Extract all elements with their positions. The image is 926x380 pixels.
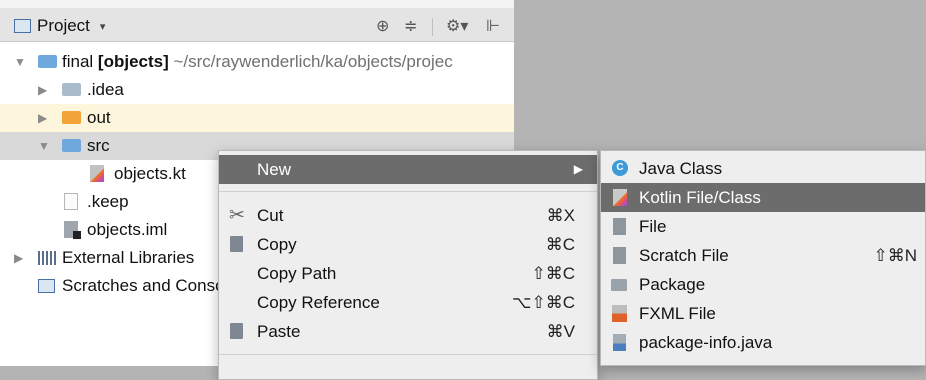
collapse-all-icon[interactable]: ≑ xyxy=(404,16,417,36)
file-icon xyxy=(613,218,626,235)
source-folder-icon xyxy=(62,139,81,152)
submenu-item-java-class-label: Java Class xyxy=(639,159,723,178)
kotlin-file-icon xyxy=(613,189,627,206)
submenu-item-file[interactable]: File xyxy=(601,212,925,241)
package-icon xyxy=(611,279,627,291)
menu-item-paste-shortcut: ⌘V xyxy=(546,322,575,341)
tree-label-objects-kt: objects.kt xyxy=(114,164,186,183)
menu-item-copy-path[interactable]: Copy Path ⇧⌘C xyxy=(219,259,597,288)
panel-header: Project ▾ ⊕ ≑ ⚙▾ ⊩ xyxy=(0,0,514,42)
tree-row-final[interactable]: ▼ final [objects] ~/src/raywenderlich/ka… xyxy=(0,48,514,76)
submenu-item-package-info-label: package-info.java xyxy=(639,333,773,352)
locate-file-icon[interactable]: ⊕ xyxy=(376,16,389,36)
menu-item-copy-shortcut: ⌘C xyxy=(545,235,575,254)
menu-item-cut[interactable]: ✂ Cut ⌘X xyxy=(219,201,597,230)
scissors-icon: ✂ xyxy=(229,205,245,226)
project-view-selector[interactable]: Project ▾ xyxy=(14,16,105,36)
tree-label-idea: .idea xyxy=(87,80,124,99)
expand-arrow-icon[interactable]: ▶ xyxy=(14,244,23,272)
menu-item-copy[interactable]: Copy ⌘C xyxy=(219,230,597,259)
paste-icon xyxy=(230,323,243,339)
tree-label-external-libraries: External Libraries xyxy=(62,248,195,267)
java-class-icon: C xyxy=(612,160,628,176)
excluded-folder-icon xyxy=(62,111,81,124)
tree-label-out: out xyxy=(87,108,111,127)
expand-arrow-icon[interactable]: ▼ xyxy=(14,48,26,76)
submenu-item-scratch-file[interactable]: Scratch File ⇧⌘N xyxy=(601,241,925,270)
scratches-icon xyxy=(38,279,55,293)
menu-separator xyxy=(219,191,597,192)
project-view-label: Project xyxy=(37,16,90,35)
submenu-item-file-label: File xyxy=(639,217,667,236)
gear-icon[interactable]: ⚙▾ xyxy=(446,16,468,36)
menu-item-copy-label: Copy xyxy=(257,235,297,254)
submenu-item-package-info[interactable]: package-info.java xyxy=(601,328,925,357)
tree-label-src: src xyxy=(87,136,110,155)
submenu-item-scratch-file-shortcut: ⇧⌘N xyxy=(873,246,917,265)
expand-arrow-icon[interactable]: ▶ xyxy=(38,76,47,104)
expand-arrow-icon[interactable]: ▼ xyxy=(38,132,50,160)
tree-label-keep: .keep xyxy=(87,192,129,211)
submenu-item-kotlin-file-label: Kotlin File/Class xyxy=(639,188,761,207)
project-icon xyxy=(14,19,31,33)
hide-panel-icon[interactable]: ⊩ xyxy=(486,16,500,36)
tree-label-iml: objects.iml xyxy=(87,220,168,239)
folder-icon xyxy=(62,83,81,96)
tree-label-final: final xyxy=(62,52,94,71)
fxml-file-icon xyxy=(612,305,627,322)
submenu-arrow-icon: ▶ xyxy=(573,162,583,176)
submenu-item-fxml-file[interactable]: FXML File xyxy=(601,299,925,328)
submenu-item-package-label: Package xyxy=(639,275,706,294)
submenu-item-java-class[interactable]: C Java Class xyxy=(601,154,925,183)
menu-item-copy-reference[interactable]: Copy Reference ⌥⇧⌘C xyxy=(219,288,597,317)
module-folder-icon xyxy=(38,55,57,68)
new-submenu: C Java Class Kotlin File/Class File Scra… xyxy=(600,150,926,366)
text-file-icon xyxy=(64,193,78,210)
tree-row-idea[interactable]: ▶ .idea xyxy=(0,76,514,104)
menu-item-cut-label: Cut xyxy=(257,206,284,225)
kotlin-file-icon xyxy=(90,165,104,182)
submenu-item-package[interactable]: Package xyxy=(601,270,925,299)
menu-item-cut-shortcut: ⌘X xyxy=(546,206,575,225)
submenu-item-scratch-file-label: Scratch File xyxy=(639,246,729,265)
copy-icon xyxy=(230,236,243,252)
menu-item-paste[interactable]: Paste ⌘V xyxy=(219,317,597,346)
tree-module-name: [objects] xyxy=(97,52,169,71)
toolbar-divider xyxy=(432,18,433,36)
library-icon xyxy=(38,251,57,265)
package-info-icon xyxy=(613,334,626,351)
menu-item-copy-reference-shortcut: ⌥⇧⌘C xyxy=(511,293,575,312)
chevron-down-icon: ▾ xyxy=(99,20,106,33)
menu-item-paste-label: Paste xyxy=(257,322,301,341)
menu-separator xyxy=(219,354,597,355)
menu-item-copy-path-shortcut: ⇧⌘C xyxy=(531,264,575,283)
expand-arrow-icon[interactable]: ▶ xyxy=(38,104,47,132)
menu-item-copy-path-label: Copy Path xyxy=(257,264,337,283)
submenu-item-kotlin-file[interactable]: Kotlin File/Class xyxy=(601,183,925,212)
tree-path-hint: ~/src/raywenderlich/ka/objects/projec xyxy=(173,52,453,71)
tree-row-out[interactable]: ▶ out xyxy=(0,104,514,132)
submenu-item-fxml-file-label: FXML File xyxy=(639,304,716,323)
menu-item-copy-reference-label: Copy Reference xyxy=(257,293,380,312)
scratch-file-icon xyxy=(613,247,626,264)
menu-item-new[interactable]: New ▶ xyxy=(219,155,597,184)
iml-file-icon xyxy=(64,221,81,239)
menu-item-new-label: New xyxy=(257,160,292,179)
context-menu: New ▶ ✂ Cut ⌘X Copy ⌘C Copy Path ⇧⌘C Cop… xyxy=(218,150,598,380)
